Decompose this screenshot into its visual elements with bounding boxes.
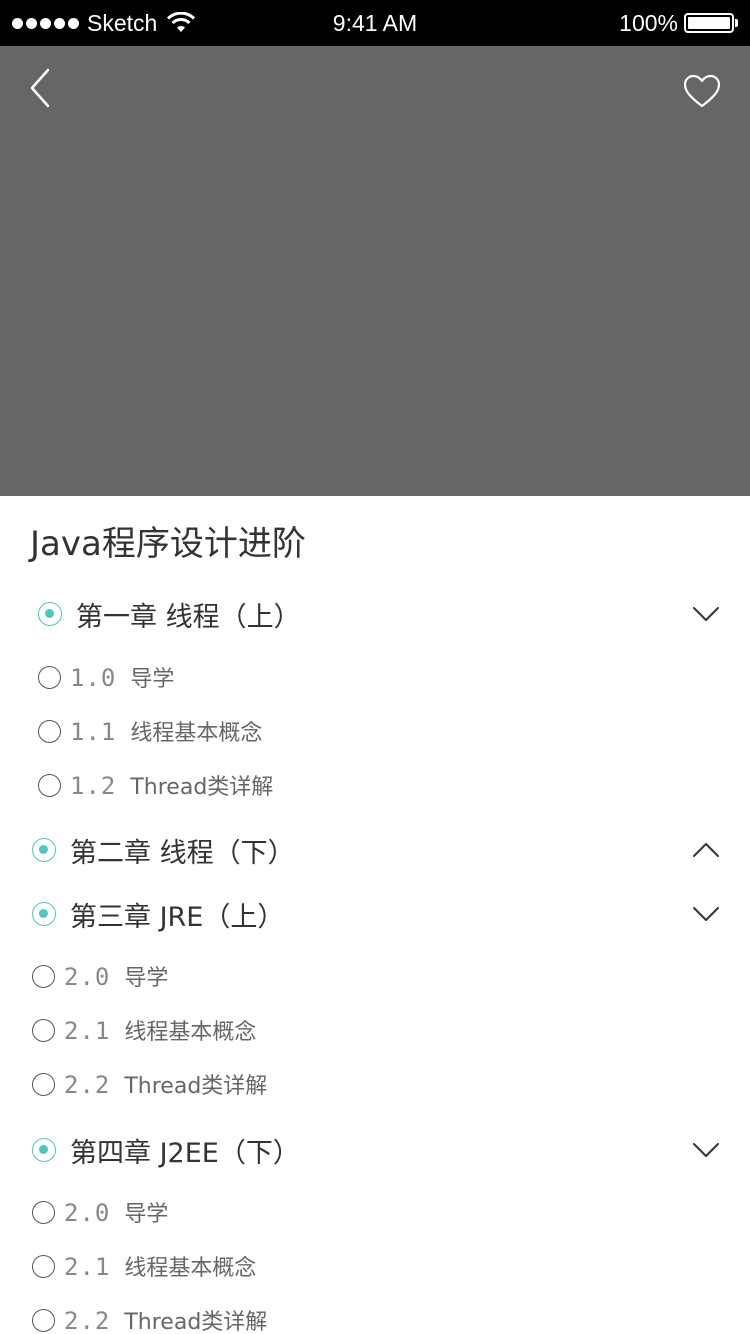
lesson-label: 2.0 导学 [64, 960, 168, 992]
chapter-row-1[interactable]: 第一章 线程（上） [0, 596, 750, 633]
lesson-row[interactable]: 1.2 Thread类详解 [0, 770, 750, 800]
chapter-radio-selected-icon [32, 902, 56, 926]
chapter-label: 第四章 J2EE（下） [70, 1137, 300, 1169]
lesson-label: 1.0 导学 [70, 661, 174, 693]
lesson-label: 2.2 Thread类详解 [64, 1304, 267, 1334]
lesson-number: 1.2 [70, 772, 117, 800]
lesson-radio-icon [32, 1072, 55, 1096]
lesson-row[interactable]: 1.0 导学 [0, 662, 750, 692]
lesson-number: 2.2 [64, 1071, 111, 1099]
chapter-row-2[interactable]: 第二章 线程（下） [0, 832, 750, 869]
chevron-left-icon [30, 68, 50, 108]
lesson-title: Thread类详解 [124, 1310, 268, 1334]
back-button[interactable] [22, 66, 62, 110]
lesson-number: 2.2 [64, 1307, 111, 1334]
wifi-icon [167, 12, 196, 32]
lesson-row[interactable]: 1.1 线程基本概念 [0, 716, 750, 746]
battery-percentage: 100% [619, 9, 678, 36]
lesson-title: 线程基本概念 [130, 721, 263, 746]
chapter-radio-selected-icon [32, 1138, 56, 1162]
lesson-label: 1.1 线程基本概念 [70, 715, 262, 747]
battery-icon [684, 13, 734, 33]
chapter-label: 第二章 线程（下） [70, 837, 295, 869]
lesson-row[interactable]: 2.2 Thread类详解 [0, 1069, 750, 1099]
lesson-radio-icon [32, 1254, 55, 1278]
lesson-radio-icon [38, 773, 61, 797]
lesson-label: 2.0 导学 [64, 1196, 168, 1228]
lesson-title: 导学 [124, 1202, 169, 1227]
course-outline: Java程序设计进阶 第一章 线程（上） 1.0 导学 1.1 线程基本概念 1.2… [0, 496, 750, 1334]
chevron-up-icon[interactable] [692, 842, 720, 858]
lesson-number: 2.0 [64, 1199, 111, 1227]
lesson-title: Thread类详解 [130, 775, 274, 800]
course-title: Java程序设计进阶 [30, 524, 306, 564]
lesson-number: 1.1 [70, 718, 117, 746]
chevron-down-icon[interactable] [692, 1142, 720, 1158]
lesson-row[interactable]: 2.0 导学 [0, 1197, 750, 1227]
favorite-button[interactable] [682, 72, 722, 112]
lesson-number: 2.1 [64, 1017, 111, 1045]
chapter-label: 第一章 线程（上） [76, 601, 301, 633]
status-right: 100% [619, 0, 738, 46]
chevron-down-icon[interactable] [692, 606, 720, 622]
lesson-label: 2.2 Thread类详解 [64, 1068, 267, 1100]
carrier-name: Sketch [87, 9, 158, 36]
chapter-row-3[interactable]: 第三章 JRE（上） [0, 896, 750, 933]
chevron-down-icon[interactable] [692, 906, 720, 922]
lesson-radio-icon [32, 1018, 55, 1042]
lesson-label: 2.1 线程基本概念 [64, 1250, 256, 1282]
lesson-label: 1.2 Thread类详解 [70, 769, 273, 801]
lesson-row[interactable]: 2.0 导学 [0, 961, 750, 991]
status-bar: Sketch 9:41 AM 100% [0, 0, 750, 46]
lesson-title: 线程基本概念 [124, 1256, 257, 1281]
chapter-radio-selected-icon [32, 838, 56, 862]
lesson-row[interactable]: 2.1 线程基本概念 [0, 1251, 750, 1281]
lesson-number: 2.1 [64, 1253, 111, 1281]
lesson-title: 导学 [124, 966, 169, 991]
lesson-number: 1.0 [70, 664, 117, 692]
lesson-number: 2.0 [64, 963, 111, 991]
lesson-label: 2.1 线程基本概念 [64, 1014, 256, 1046]
battery-level-fill [688, 17, 730, 29]
lesson-radio-icon [32, 964, 55, 988]
lesson-radio-icon [32, 1308, 55, 1332]
status-left: Sketch [12, 0, 196, 46]
lesson-title: 导学 [130, 667, 175, 692]
lesson-title: Thread类详解 [124, 1074, 268, 1099]
lesson-radio-icon [32, 1200, 55, 1224]
lesson-radio-icon [38, 665, 61, 689]
battery-tip [735, 19, 738, 27]
heart-outline-icon [683, 74, 721, 108]
lesson-radio-icon [38, 719, 61, 743]
lesson-row[interactable]: 2.1 线程基本概念 [0, 1015, 750, 1045]
lesson-row[interactable]: 2.2 Thread类详解 [0, 1305, 750, 1334]
chapter-radio-selected-icon [38, 602, 62, 626]
signal-strength-icon [12, 17, 79, 29]
chapter-label: 第三章 JRE（上） [70, 901, 285, 933]
course-cover-image [0, 46, 750, 496]
lesson-title: 线程基本概念 [124, 1020, 257, 1045]
chapter-row-4[interactable]: 第四章 J2EE（下） [0, 1132, 750, 1169]
